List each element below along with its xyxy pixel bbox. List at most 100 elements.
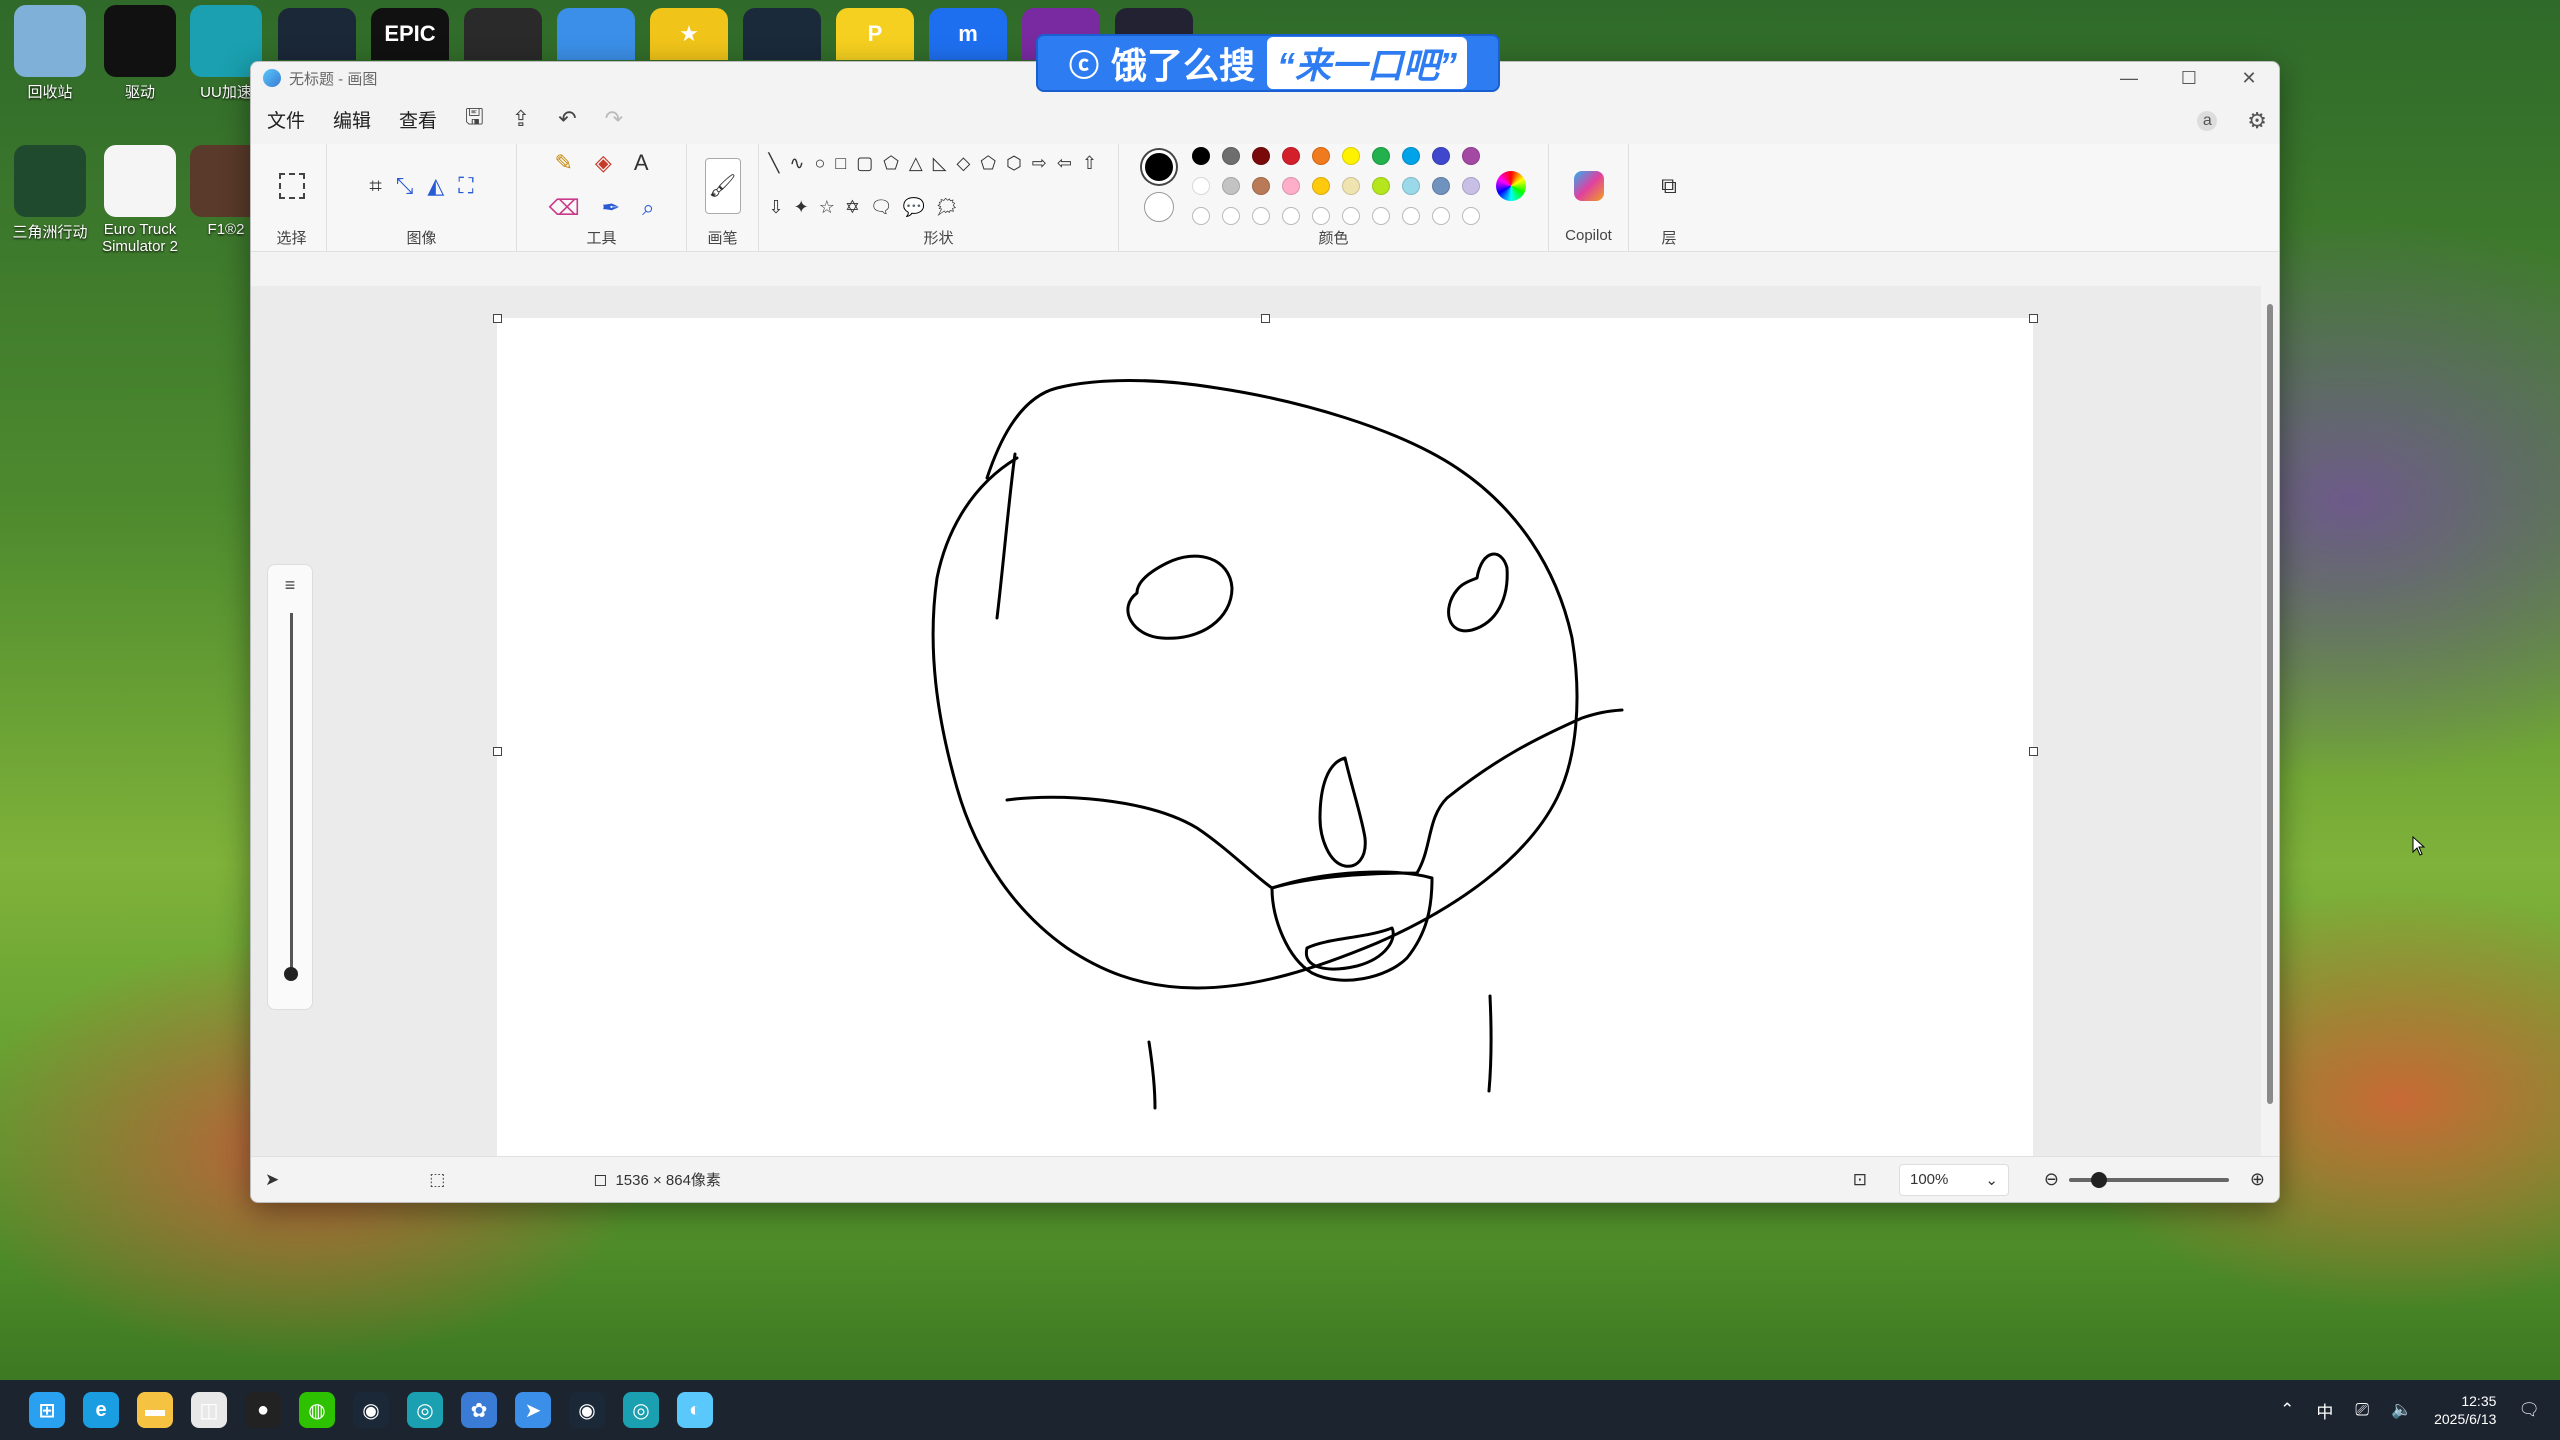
shape-curve-icon[interactable]: ∿ bbox=[789, 153, 804, 174]
parsec-icon[interactable]: P bbox=[836, 8, 914, 60]
file-explorer-icon[interactable]: ▬ bbox=[137, 1392, 173, 1428]
color-swatch[interactable] bbox=[1221, 176, 1240, 195]
network-icon[interactable]: ⎚ bbox=[2355, 1400, 2369, 1420]
brush-icon[interactable]: 🖌 bbox=[704, 157, 741, 214]
minimize-button[interactable]: — bbox=[2099, 62, 2159, 94]
fill-icon[interactable]: ◈ bbox=[595, 150, 612, 176]
resize-handle[interactable] bbox=[2029, 314, 2038, 323]
custom-color-slot[interactable] bbox=[1311, 206, 1330, 225]
shape-star4-icon[interactable]: ✦ bbox=[794, 197, 809, 218]
crop-icon[interactable]: ⌗ bbox=[369, 173, 381, 199]
custom-color-slot[interactable] bbox=[1431, 206, 1450, 225]
color-swatch[interactable] bbox=[1461, 176, 1480, 195]
color-swatch[interactable] bbox=[1281, 146, 1300, 165]
color-swatch[interactable] bbox=[1401, 176, 1420, 195]
blue-m-icon[interactable]: m bbox=[929, 8, 1007, 60]
color-swatch[interactable] bbox=[1371, 146, 1390, 165]
shape-callout-rect-icon[interactable]: 🗨 bbox=[870, 197, 893, 218]
copilot-icon[interactable] bbox=[1573, 170, 1604, 201]
secondary-color[interactable] bbox=[1143, 191, 1174, 222]
notification-icon[interactable]: 🗨 bbox=[2518, 1400, 2540, 1420]
brush-size-slider[interactable]: ≡ bbox=[267, 564, 313, 1010]
custom-color-slot[interactable] bbox=[1371, 206, 1390, 225]
shape-hexagon-icon[interactable]: ⬡ bbox=[1006, 153, 1022, 174]
clock[interactable]: 12:35 2025/6/13 bbox=[2434, 1392, 2496, 1428]
steam-tb-icon[interactable]: ◉ bbox=[353, 1392, 389, 1428]
settings-tb-icon[interactable]: ✿ bbox=[461, 1392, 497, 1428]
color-swatch[interactable] bbox=[1401, 146, 1420, 165]
shape-right-triangle-icon[interactable]: ◺ bbox=[933, 153, 947, 174]
shape-triangle-icon[interactable]: △ bbox=[909, 153, 923, 174]
shape-arrow-up-icon[interactable]: ⇧ bbox=[1082, 153, 1097, 174]
zoom-out-icon[interactable]: ⊖ bbox=[2044, 1169, 2059, 1190]
undo-icon[interactable]: ↶ bbox=[558, 106, 576, 132]
color-swatch[interactable] bbox=[1461, 146, 1480, 165]
desktop-icon[interactable]: Euro Truck Simulator 2 bbox=[90, 145, 190, 255]
primary-color[interactable] bbox=[1141, 149, 1176, 184]
uu2-tb-icon[interactable]: ◎ bbox=[623, 1392, 659, 1428]
shape-polygon-icon[interactable]: ⬠ bbox=[883, 153, 899, 174]
shape-callout-cloud-icon[interactable]: 🗯 bbox=[935, 197, 958, 218]
color-swatch[interactable] bbox=[1191, 146, 1210, 165]
bird-tb-icon[interactable]: ➤ bbox=[515, 1392, 551, 1428]
custom-color-slot[interactable] bbox=[1191, 206, 1210, 225]
paint-tb-icon[interactable]: ◐ bbox=[677, 1392, 713, 1428]
color-swatch[interactable] bbox=[1431, 176, 1450, 195]
edit-colors-icon[interactable] bbox=[1495, 170, 1526, 201]
app-yellow-icon[interactable] bbox=[464, 8, 542, 60]
shape-callout-oval-icon[interactable]: 💬 bbox=[903, 197, 925, 218]
resize-icon[interactable]: ⤡ bbox=[396, 173, 414, 199]
store-icon[interactable]: ◫ bbox=[191, 1392, 227, 1428]
maximize-button[interactable]: ☐ bbox=[2159, 62, 2219, 94]
settings-icon[interactable]: ⚙ bbox=[2247, 108, 2267, 134]
uu-tb-icon[interactable]: ◎ bbox=[407, 1392, 443, 1428]
shape-diamond-icon[interactable]: ◇ bbox=[957, 153, 971, 174]
resize-handle[interactable] bbox=[493, 747, 502, 756]
scroll-thumb[interactable] bbox=[2267, 304, 2273, 1104]
custom-color-slot[interactable] bbox=[1221, 206, 1240, 225]
close-button[interactable]: ✕ bbox=[2219, 62, 2279, 94]
color-swatch[interactable] bbox=[1191, 176, 1210, 195]
zoom-in-icon[interactable]: ⊕ bbox=[2250, 1169, 2265, 1190]
drawing-canvas[interactable] bbox=[497, 318, 2033, 1156]
color-swatch[interactable] bbox=[1341, 176, 1360, 195]
tray-chevron-up-icon[interactable]: ⌃ bbox=[2280, 1400, 2294, 1420]
account-icon[interactable]: a bbox=[2197, 111, 2218, 131]
color-swatch[interactable] bbox=[1251, 176, 1270, 195]
color-swatch[interactable] bbox=[1311, 146, 1330, 165]
custom-color-slot[interactable] bbox=[1281, 206, 1300, 225]
image-select-icon[interactable]: ⛶ bbox=[458, 173, 473, 199]
color-swatch[interactable] bbox=[1251, 146, 1270, 165]
shape-arrow-down-icon[interactable]: ⇩ bbox=[769, 197, 784, 218]
menu-edit[interactable]: 编辑 bbox=[333, 106, 371, 133]
color-swatch[interactable] bbox=[1431, 146, 1450, 165]
save-icon[interactable]: 🖫 bbox=[465, 100, 484, 138]
color-swatch[interactable] bbox=[1371, 176, 1390, 195]
epic-games-icon[interactable]: EPIC bbox=[371, 8, 449, 60]
start-icon[interactable]: ⊞ bbox=[29, 1392, 65, 1428]
edge-icon[interactable]: e bbox=[83, 1392, 119, 1428]
shape-arrow-left-icon[interactable]: ⇦ bbox=[1057, 153, 1072, 174]
steam-icon[interactable] bbox=[278, 8, 356, 60]
resize-handle[interactable] bbox=[1261, 314, 1270, 323]
star-icon[interactable]: ★ bbox=[650, 8, 728, 60]
qq-icon[interactable]: ● bbox=[245, 1392, 281, 1428]
steam2-tb-icon[interactable]: ◉ bbox=[569, 1392, 605, 1428]
custom-color-slot[interactable] bbox=[1401, 206, 1420, 225]
desktop-icon[interactable]: 回收站 bbox=[0, 5, 100, 102]
layers-icon[interactable]: ⧉ bbox=[1661, 173, 1677, 199]
shape-star5-icon[interactable]: ☆ bbox=[819, 197, 835, 218]
resize-handle[interactable] bbox=[493, 314, 502, 323]
shape-roundrect-icon[interactable]: ▢ bbox=[856, 153, 873, 174]
volume-icon[interactable]: 🔈 bbox=[2391, 1400, 2412, 1420]
wechat-icon[interactable]: ◍ bbox=[299, 1392, 335, 1428]
menu-view[interactable]: 查看 bbox=[399, 106, 437, 133]
shape-rect-icon[interactable]: □ bbox=[835, 153, 846, 174]
share-icon[interactable]: ⇪ bbox=[512, 106, 530, 132]
ime-indicator[interactable]: 中 bbox=[2316, 1398, 2333, 1423]
shape-oval-icon[interactable]: ○ bbox=[814, 153, 825, 174]
custom-color-slot[interactable] bbox=[1461, 206, 1480, 225]
resize-handle[interactable] bbox=[2029, 747, 2038, 756]
zoom-select[interactable]: 100% ⌄ bbox=[1899, 1163, 2009, 1196]
eraser-icon[interactable]: ⌫ bbox=[549, 195, 580, 221]
